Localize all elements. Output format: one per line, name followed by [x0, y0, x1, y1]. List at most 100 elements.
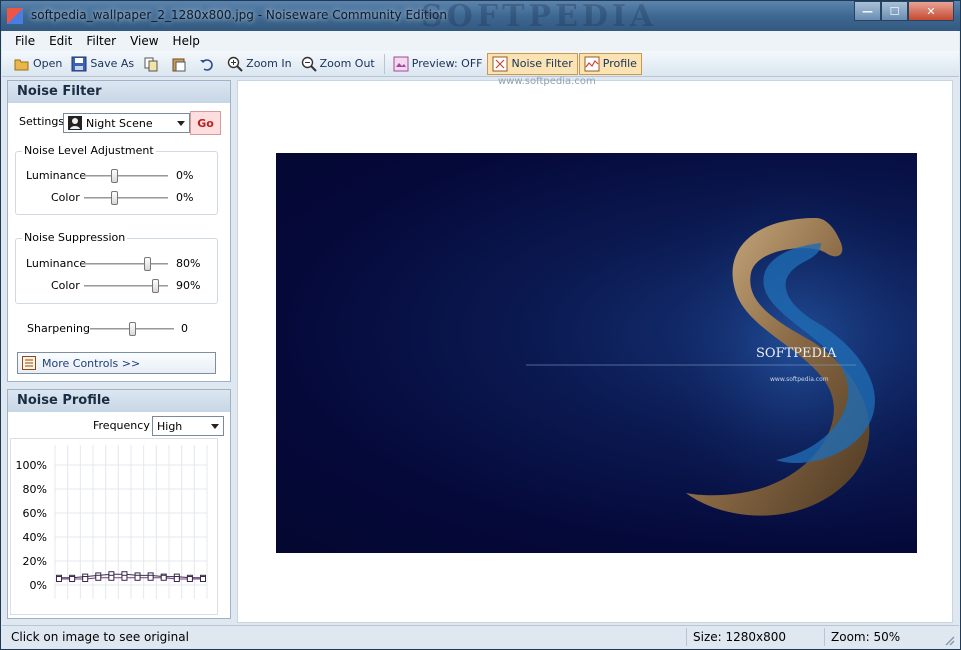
preview-image[interactable]: SOFTPEDIA www.softpedia.com [276, 153, 946, 553]
close-button[interactable]: ✕ [908, 1, 954, 21]
zoom-out-button[interactable]: Zoom Out [297, 53, 379, 75]
menu-edit[interactable]: Edit [42, 34, 79, 48]
maximize-button[interactable]: ☐ [881, 1, 908, 21]
noise-filter-header: Noise Filter [8, 81, 230, 103]
folder-open-icon [14, 59, 29, 70]
profile-point[interactable] [147, 574, 154, 581]
titlebar-watermark: SOFTPEDIA [421, 0, 658, 34]
title-bar[interactable]: softpedia_wallpaper_2_1280x800.jpg - Noi… [1, 0, 960, 34]
profile-point[interactable] [186, 576, 193, 582]
suppression-color-thumb[interactable] [151, 279, 159, 293]
profile-point[interactable] [95, 574, 102, 581]
noise-suppression-group: Noise Suppression Luminance 80% Color 90… [15, 231, 218, 304]
noise-level-title: Noise Level Adjustment [22, 144, 156, 157]
noise-filter-icon [492, 56, 508, 71]
menu-help[interactable]: Help [166, 34, 207, 48]
status-hint: Click on image to see original [11, 630, 189, 644]
status-zoom: Zoom: 50% [831, 630, 901, 644]
chevron-down-icon [177, 121, 185, 126]
suppression-luminance-value: 80% [176, 257, 201, 270]
status-separator [686, 628, 687, 646]
profile-toggle-button[interactable]: Profile [578, 52, 642, 75]
profile-point[interactable] [69, 576, 76, 582]
toolbar-separator [383, 53, 385, 74]
open-button[interactable]: Open [10, 53, 66, 75]
level-color-slider[interactable] [84, 191, 168, 205]
profile-point[interactable] [56, 576, 62, 582]
status-separator [824, 628, 825, 646]
level-luminance-value: 0% [176, 169, 194, 182]
noise-filter-toggle-button[interactable]: Noise Filter [487, 52, 578, 75]
y-tick-label: 40% [23, 531, 47, 544]
menu-filter[interactable]: Filter [79, 34, 123, 48]
app-window: softpedia_wallpaper_2_1280x800.jpg - Noi… [0, 0, 961, 650]
y-tick-label: 0% [30, 579, 47, 592]
status-bar: Click on image to see original Size: 128… [2, 625, 959, 649]
window-title: softpedia_wallpaper_2_1280x800.jpg - Noi… [31, 8, 447, 22]
go-button[interactable]: Go [190, 111, 221, 135]
night-scene-icon [68, 116, 82, 130]
undo-button[interactable] [195, 53, 222, 75]
noise-level-group: Noise Level Adjustment Luminance 0% Colo… [15, 144, 218, 215]
maximize-icon: ☐ [889, 4, 900, 18]
frequency-dropdown[interactable]: High [152, 416, 224, 436]
profile-point[interactable] [121, 574, 128, 581]
profile-point[interactable] [160, 574, 167, 581]
paste-button[interactable] [167, 53, 194, 75]
profile-point[interactable] [108, 574, 115, 581]
level-luminance-thumb[interactable] [110, 169, 118, 183]
resize-grip-icon[interactable] [943, 634, 955, 646]
level-color-thumb[interactable] [110, 191, 118, 205]
suppression-color-value: 90% [176, 279, 201, 292]
settings-dropdown[interactable]: Night Scene [63, 113, 190, 133]
suppression-color-slider[interactable] [84, 279, 168, 293]
preview-icon [393, 56, 409, 71]
profile-point[interactable] [134, 574, 141, 581]
noise-suppression-title: Noise Suppression [22, 231, 128, 244]
settings-selected-value: Night Scene [86, 116, 153, 130]
preview-toggle-button[interactable]: Preview: OFF [389, 53, 487, 75]
sharpening-slider[interactable] [90, 322, 174, 336]
close-icon: ✕ [926, 4, 936, 18]
profile-chart-icon [584, 56, 600, 71]
image-logo-text: SOFTPEDIA [756, 346, 837, 361]
copy-icon [144, 57, 158, 71]
profile-point[interactable] [82, 576, 89, 582]
frequency-selected-value: High [157, 419, 183, 433]
menu-file[interactable]: File [8, 34, 42, 48]
suppression-luminance-thumb[interactable] [144, 257, 152, 271]
save-as-button[interactable]: Save As [67, 53, 138, 75]
y-tick-label: 60% [23, 507, 47, 520]
level-luminance-slider[interactable] [84, 169, 168, 183]
left-sidebar: Noise Filter Settings Night Scene Go Noi… [7, 80, 231, 621]
island-artwork: SOFTPEDIA www.softpedia.com [526, 158, 946, 538]
more-controls-button[interactable]: More Controls >> [17, 352, 216, 374]
noise-filter-panel: Noise Filter Settings Night Scene Go Noi… [7, 80, 231, 382]
level-color-label: Color [51, 191, 80, 204]
menu-bar: File Edit Filter View Help [2, 31, 959, 51]
status-image-size: Size: 1280x800 [693, 630, 787, 644]
profile-point[interactable] [173, 576, 180, 582]
noise-profile-plot: 100% 80% 60% 40% 20% 0% [16, 445, 208, 599]
image-canvas[interactable]: www.softpedia.com SOFTPEDIA www.softpedi… [237, 76, 953, 623]
level-color-value: 0% [176, 191, 194, 204]
level-luminance-label: Luminance [26, 169, 87, 182]
toolbar: Open Save As Zoom In Zoom Out Preview: O… [2, 51, 959, 77]
sharpening-thumb[interactable] [128, 322, 136, 336]
zoom-out-icon [301, 56, 317, 72]
y-tick-label: 80% [23, 483, 47, 496]
noise-profile-panel: Noise Profile Frequency High 100% 80% 60% 4… [7, 389, 231, 619]
copy-button[interactable] [139, 53, 166, 75]
profile-point[interactable] [200, 576, 206, 582]
zoom-in-icon [227, 56, 243, 72]
minimize-icon: — [862, 4, 873, 18]
chevron-down-icon [211, 424, 219, 429]
minimize-button[interactable]: — [854, 1, 881, 21]
undo-icon [200, 58, 213, 71]
frequency-label: Frequency [93, 419, 150, 432]
app-icon[interactable] [7, 8, 23, 24]
suppression-luminance-slider[interactable] [84, 257, 168, 271]
menu-view[interactable]: View [123, 34, 165, 48]
settings-label: Settings [19, 115, 65, 128]
zoom-in-button[interactable]: Zoom In [223, 53, 295, 75]
